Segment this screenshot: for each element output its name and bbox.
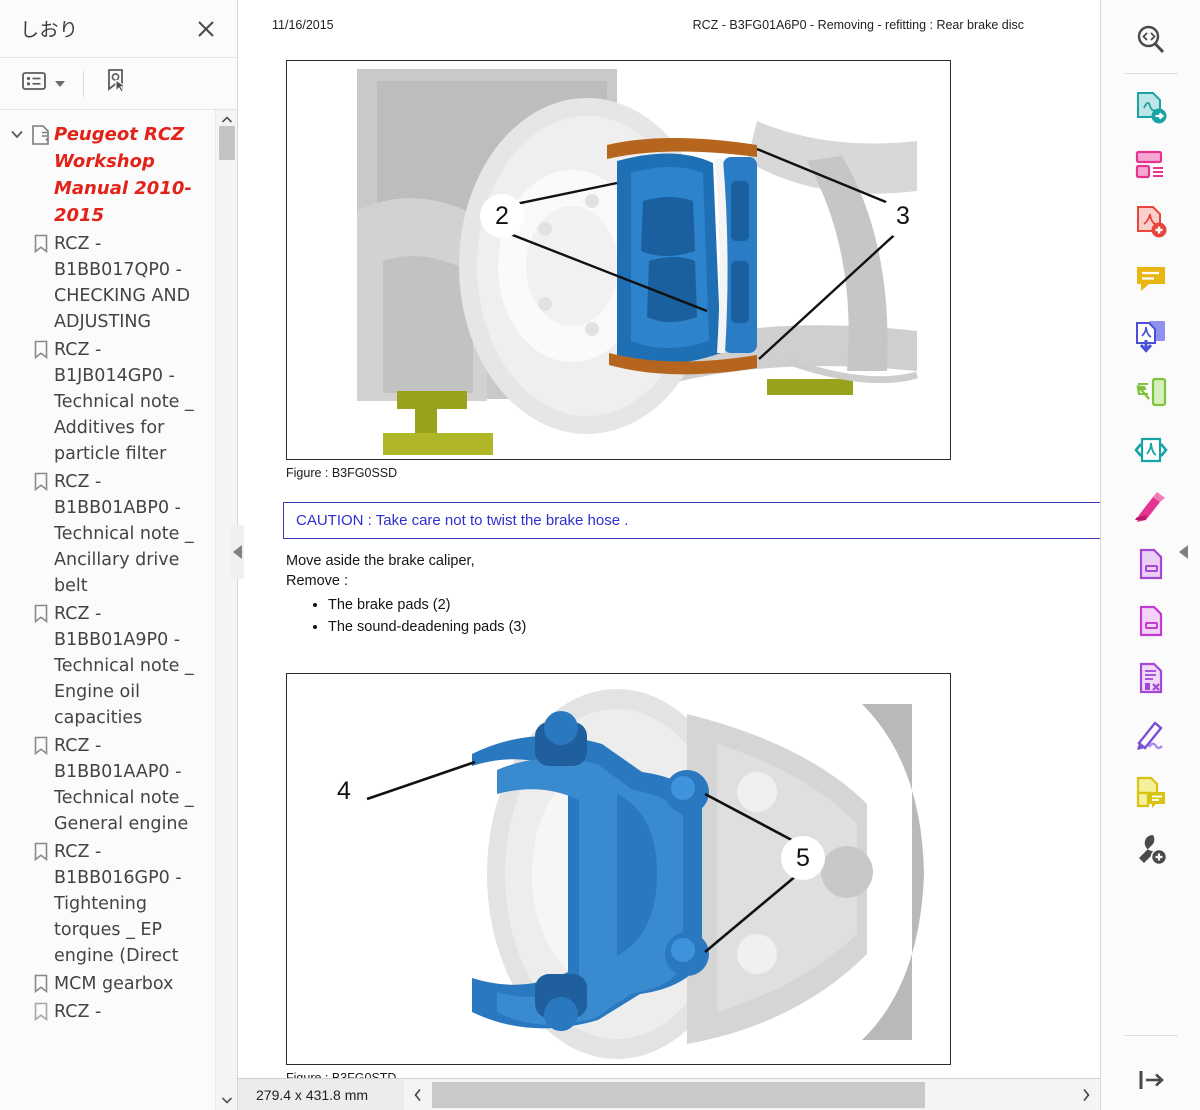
compress-pdf-icon[interactable]: [1123, 422, 1179, 478]
bookmark-icon: [28, 733, 54, 756]
pdf-reader-window: しおり Peugeot RCZ Workshop Manual 2010-201…: [0, 0, 1200, 1110]
download-pdf-icon[interactable]: [1123, 308, 1179, 364]
bookmark-icon: [28, 971, 54, 994]
bookmark-item[interactable]: RCZ - B1BB01AAP0 - Technical note _ Gene…: [6, 732, 211, 838]
bookmark-icon: [28, 999, 54, 1022]
document-outline-icon: [28, 121, 54, 146]
bookmark-icon: [28, 231, 54, 254]
scroll-down-button[interactable]: [216, 1090, 237, 1110]
sidebar-scrollbar[interactable]: [215, 110, 237, 1110]
bookmarks-sidebar: しおり Peugeot RCZ Workshop Manual 2010-201…: [0, 0, 244, 1110]
search-icon[interactable]: [1123, 12, 1179, 68]
bullet-item: The sound-deadening pads (3): [328, 617, 1100, 637]
figure-brake-assembly: 2 3: [286, 60, 951, 460]
chevron-down-icon: [55, 80, 65, 87]
sidebar-toolbar: [0, 58, 237, 110]
rail-bottom-divider: [1124, 1035, 1178, 1036]
extract-pages-icon[interactable]: [1123, 365, 1179, 421]
fill-sign-icon[interactable]: [1123, 536, 1179, 592]
hscroll-thumb[interactable]: [432, 1081, 925, 1108]
document-viewport[interactable]: 11/16/2015 RCZ - B3FG01A6P0 - Removing -…: [238, 0, 1200, 1110]
list-options-icon: [22, 70, 48, 97]
sidebar-scroll-thumb[interactable]: [219, 126, 235, 160]
bookmark-icon: [28, 601, 54, 624]
bookmark-item-label: MCM gearbox: [54, 974, 174, 994]
triangle-left-icon: [1179, 545, 1188, 559]
page-header: 11/16/2015 RCZ - B3FG01A6P0 - Removing -…: [238, 18, 1100, 32]
list-options-button[interactable]: [16, 66, 71, 101]
pdf-page: 11/16/2015 RCZ - B3FG01A6P0 - Removing -…: [238, 0, 1100, 1078]
bookmark-item-label: RCZ -: [54, 1002, 102, 1022]
right-panel-collapse-handle[interactable]: [1177, 525, 1190, 579]
instructions-block: Move aside the brake caliper, Remove : T…: [286, 551, 1100, 637]
create-pdf-icon[interactable]: [1123, 194, 1179, 250]
bookmark-root-label: Peugeot RCZ Workshop Manual 2010-2015: [54, 124, 192, 226]
bookmark-item[interactable]: RCZ - B1JB014GP0 - Technical note _ Addi…: [6, 336, 211, 468]
figure-callout-5: 5: [781, 836, 825, 880]
collapse-panel-icon: [1134, 1065, 1168, 1100]
form-field-icon[interactable]: [1123, 593, 1179, 649]
bookmark-tree-container: Peugeot RCZ Workshop Manual 2010-2015 RC…: [0, 110, 237, 1110]
bookmark-item-label: RCZ - B1BB01A9P0 - Technical note _ Engi…: [54, 604, 194, 728]
bookmark-item-label: RCZ - B1BB016GP0 - Tightening torques _ …: [54, 842, 182, 966]
redact-icon[interactable]: [1123, 650, 1179, 706]
collapse-panel-button[interactable]: [1101, 1065, 1200, 1100]
sidebar-title: しおり: [20, 19, 79, 41]
triangle-left-icon: [233, 545, 242, 559]
bookmark-item[interactable]: RCZ - B1BB016GP0 - Tightening torques _ …: [6, 838, 211, 970]
bookmark-item[interactable]: RCZ - B1BB01A9P0 - Technical note _ Engi…: [6, 600, 211, 732]
add-comment-doc-icon[interactable]: [1123, 764, 1179, 820]
bullet-item: The brake pads (2): [328, 595, 1100, 615]
bookmark-item-label: RCZ - B1JB014GP0 - Technical note _ Addi…: [54, 340, 194, 464]
caution-note: CAUTION : Take care not to twist the bra…: [283, 502, 1100, 539]
bookmark-tree: Peugeot RCZ Workshop Manual 2010-2015 RC…: [0, 110, 215, 1110]
organize-pages-icon[interactable]: [1123, 137, 1179, 193]
bookmark-item[interactable]: RCZ - B1BB01ABP0 - Technical note _ Anci…: [6, 468, 211, 600]
export-pdf-icon[interactable]: [1123, 80, 1179, 136]
instruction-line-1: Move aside the brake caliper,: [286, 553, 475, 569]
bookmark-icon: [28, 839, 54, 862]
bookmark-icon: [28, 337, 54, 360]
page-header-title: RCZ - B3FG01A6P0 - Removing - refitting …: [692, 18, 1024, 32]
bookmark-item-label: RCZ - B1BB01AAP0 - Technical note _ Gene…: [54, 736, 194, 834]
figure-callout-3: 3: [881, 194, 925, 238]
figure-1-caption: Figure : B3FG0SSD: [286, 466, 398, 480]
new-bookmark-icon: [102, 67, 130, 100]
rail-divider: [1123, 73, 1178, 74]
chevron-down-icon[interactable]: [6, 121, 28, 141]
instruction-bullets: The brake pads (2) The sound-deadening p…: [328, 595, 1100, 637]
bookmark-item[interactable]: RCZ -: [6, 998, 211, 1026]
figure-2-caption: Figure : B3FG0STD: [286, 1071, 397, 1078]
close-icon[interactable]: [193, 16, 219, 42]
sidebar-collapse-handle[interactable]: [231, 525, 244, 579]
figure-caliper-bracket: 4 5: [286, 673, 951, 1065]
figure-2-illustration: [287, 674, 950, 1064]
comment-icon[interactable]: [1123, 251, 1179, 307]
bookmark-item[interactable]: MCM gearbox: [6, 970, 211, 998]
new-bookmark-button[interactable]: [96, 63, 136, 104]
hscroll-track[interactable]: [432, 1079, 1072, 1110]
horizontal-scrollbar[interactable]: [404, 1078, 1100, 1110]
bookmark-icon: [28, 469, 54, 492]
bookmark-root-item[interactable]: Peugeot RCZ Workshop Manual 2010-2015: [6, 120, 211, 230]
toolbar-divider: [83, 70, 84, 97]
bookmark-item-label: RCZ - B1BB01ABP0 - Technical note _ Anci…: [54, 472, 194, 596]
instruction-line-2: Remove :: [286, 573, 349, 589]
more-tools-icon[interactable]: [1123, 821, 1179, 877]
bookmark-item[interactable]: RCZ - B1BB017QP0 - CHECKING AND ADJUSTIN…: [6, 230, 211, 336]
figure-1-illustration: [287, 61, 950, 459]
figure-callout-2: 2: [480, 194, 524, 238]
page-size-label: 279.4 x 431.8 mm: [256, 1086, 369, 1103]
status-bar: 279.4 x 431.8 mm: [238, 1078, 1100, 1110]
chevron-left-icon[interactable]: [404, 1079, 432, 1110]
figure-callout-4: 4: [337, 777, 351, 805]
sign-pen-icon[interactable]: [1123, 707, 1179, 763]
page-header-date: 11/16/2015: [272, 18, 334, 32]
bookmark-item-label: RCZ - B1BB017QP0 - CHECKING AND ADJUSTIN…: [54, 234, 191, 332]
sidebar-header: しおり: [0, 0, 237, 58]
highlight-text-icon[interactable]: [1123, 479, 1179, 535]
chevron-right-icon[interactable]: [1072, 1079, 1100, 1110]
